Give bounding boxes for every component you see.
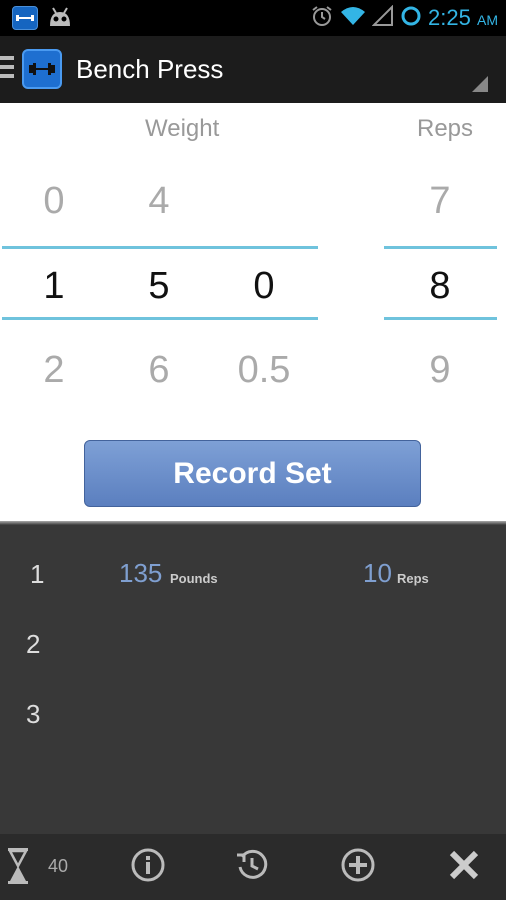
weight-selection-line-top — [2, 246, 318, 249]
menu-icon[interactable] — [0, 56, 14, 82]
exercise-title[interactable]: Bench Press — [76, 54, 223, 85]
reps-selection-line-bottom — [384, 317, 497, 320]
reps-selection-line-top — [384, 246, 497, 249]
bottom-toolbar: 40 — [0, 834, 506, 900]
weight-digit1-next[interactable]: 2 — [24, 349, 84, 392]
set-1-weight[interactable]: 135 — [119, 558, 162, 589]
time-ampm: AM — [477, 12, 498, 28]
set-number-3: 3 — [26, 699, 41, 729]
sync-circle-icon — [400, 5, 422, 32]
sets-list: 1 2 3 135 Pounds 10 Reps — [0, 525, 506, 834]
weight-reps-picker: Weight Reps 0 1 2 4 5 6 0 0.5 7 8 9 Reco… — [0, 103, 506, 521]
action-bar: Bench Press — [0, 36, 506, 103]
weight-label: Weight — [145, 115, 220, 142]
reps-prev[interactable]: 7 — [410, 180, 470, 223]
status-bar: 2:25 AM — [0, 0, 506, 36]
weight-selection-line-bottom — [2, 317, 318, 320]
weight-digit2-next[interactable]: 6 — [129, 349, 189, 392]
weight-digit3-next[interactable]: 0.5 — [234, 349, 294, 392]
signal-icon — [371, 4, 394, 32]
hourglass-icon[interactable] — [6, 848, 30, 889]
reps-label: Reps — [417, 115, 474, 142]
dumbbell-icon[interactable] — [22, 49, 62, 89]
spinner-corner-icon[interactable] — [472, 76, 488, 92]
weight-digit2-prev[interactable]: 4 — [129, 180, 189, 223]
weight-digit1-current[interactable]: 1 — [24, 265, 84, 308]
close-icon[interactable] — [446, 847, 482, 888]
info-icon[interactable] — [130, 847, 166, 888]
set-number-2: 2 — [26, 629, 41, 659]
weight-digit3-current[interactable]: 0 — [234, 265, 294, 308]
history-icon[interactable] — [234, 847, 270, 888]
add-icon[interactable] — [340, 847, 376, 888]
reps-next[interactable]: 9 — [410, 349, 470, 392]
weight-digit2-current[interactable]: 5 — [129, 265, 189, 308]
status-time: 2:25 AM — [428, 5, 498, 31]
android-notification-icon — [46, 4, 74, 32]
app-notification-icon — [12, 6, 38, 30]
reps-current[interactable]: 8 — [410, 265, 470, 308]
set-1-weight-unit: Pounds — [170, 571, 218, 586]
set-number-1: 1 — [30, 559, 45, 589]
wifi-icon — [340, 5, 366, 32]
weight-digit1-prev[interactable]: 0 — [24, 180, 84, 223]
time-value: 2:25 — [428, 5, 471, 30]
record-set-button[interactable]: Record Set — [84, 440, 421, 507]
alarm-icon — [310, 4, 334, 33]
set-1-reps[interactable]: 10 — [363, 558, 392, 589]
timer-value[interactable]: 40 — [48, 856, 68, 877]
set-1-reps-unit: Reps — [397, 571, 429, 586]
